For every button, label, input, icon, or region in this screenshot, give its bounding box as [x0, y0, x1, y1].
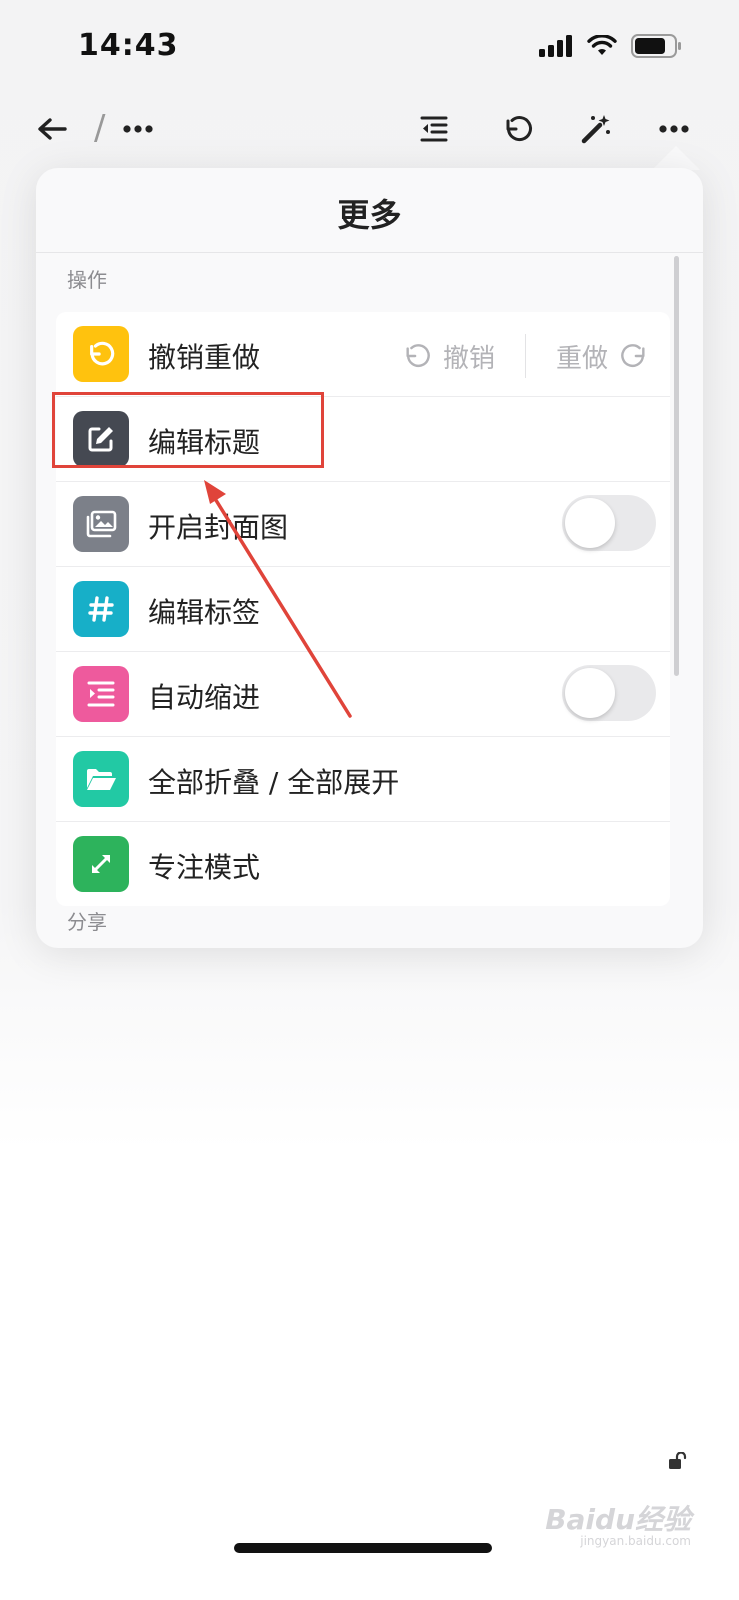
unlock-icon[interactable]: [668, 1451, 688, 1474]
watermark-logo: Baidu经验: [545, 1503, 691, 1536]
annotation-arrow: [204, 480, 352, 718]
home-indicator[interactable]: [234, 1543, 492, 1553]
watermark-url: jingyan.baidu.com: [580, 1534, 691, 1548]
